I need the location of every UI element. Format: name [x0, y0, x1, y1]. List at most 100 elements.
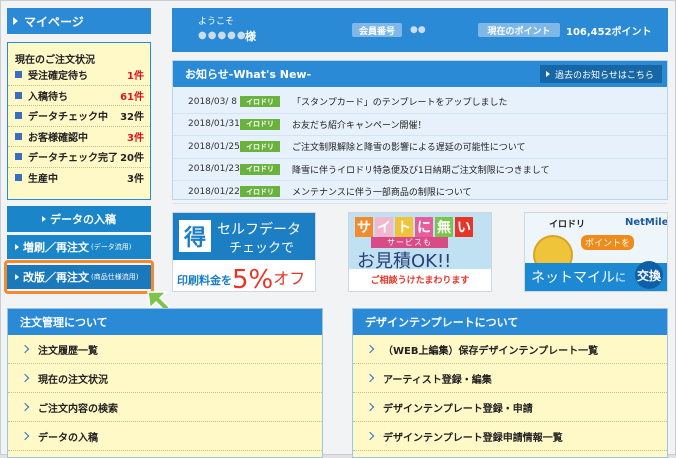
order-status-title: 現在のご注文状況	[15, 55, 95, 66]
estimate-main: お見積OK!!	[357, 251, 452, 272]
mypage-title: マイページ	[24, 14, 84, 29]
status-row[interactable]: お客様確認中 3件	[8, 125, 150, 147]
points-label: 現在のポイント	[478, 23, 560, 37]
panel-link[interactable]: デザインテンプレート登録・申請	[353, 393, 667, 422]
reorder-button[interactable]: 増刷／再注文 (データ流用)	[7, 235, 151, 259]
points-value: 106,452ポイント	[566, 27, 652, 38]
order-management-title: 注文管理について	[8, 309, 322, 335]
panel-link-label: デザインテンプレート登録申請情報一覧	[383, 432, 563, 444]
exchange-badge: 交換	[635, 261, 663, 289]
netmile-brand1: イロドリ	[549, 220, 586, 230]
status-label: お客様確認中	[28, 132, 88, 144]
toku-badge: 得	[179, 220, 211, 252]
selfcheck-off: オフ	[273, 269, 306, 288]
status-row[interactable]: 受注確定待ち 1件	[8, 65, 150, 85]
revise-highlight-frame	[4, 260, 154, 294]
panel-link[interactable]: 注文履歴一覧	[8, 335, 322, 364]
past-news-button[interactable]: 過去のお知らせはこちら	[540, 65, 662, 83]
news-tag: イロドリ	[240, 118, 280, 130]
design-template-title: デザインテンプレートについて	[353, 309, 667, 335]
reorder-sublabel: (データ流用)	[91, 243, 132, 251]
news-item[interactable]: 2018/01/23 イロドリ 降雪に伴うイロドリ特急便及び1日納期ご注文制限につき…	[173, 159, 667, 181]
pointer-arrow-icon	[147, 291, 172, 310]
status-count: 20件	[120, 153, 144, 165]
estimate-banner[interactable]: サイトに無い サービスも お見積OK!! ご相談うけたまわります	[348, 212, 492, 292]
member-number-value: ●●	[410, 25, 426, 35]
selfcheck-percent: 5%	[232, 265, 274, 292]
estimate-char: サ	[355, 217, 373, 237]
status-row[interactable]: 入稿待ち 61件	[8, 84, 150, 106]
estimate-char: 無	[435, 217, 453, 237]
status-row[interactable]: データチェック中 32件	[8, 105, 150, 126]
panel-link[interactable]: デザインテンプレート登録申請情報一覧	[353, 422, 667, 451]
chevron-right-icon	[20, 344, 30, 354]
mypage-header[interactable]: マイページ	[7, 8, 151, 34]
triangle-right-icon	[42, 216, 46, 222]
selfcheck-line1: セルフデータ	[217, 222, 301, 238]
news-text: 「スタンプカード」のテンプレートをアップしました	[292, 98, 508, 109]
news-tag: イロドリ	[240, 141, 280, 153]
past-news-label: 過去のお知らせはこちら	[555, 70, 654, 81]
status-count: 3件	[127, 173, 144, 185]
chevron-right-icon	[20, 373, 30, 383]
chevron-right-icon	[365, 402, 375, 412]
news-date: 2018/01/23	[188, 164, 240, 175]
square-bullet-icon	[15, 71, 22, 79]
selfcheck-line2: チェックで	[229, 241, 295, 256]
news-item[interactable]: 2018/01/31 イロドリ お友だち紹介キャンペーン開催！	[173, 114, 667, 136]
panel-link[interactable]: 現在の注文状況	[8, 364, 322, 393]
news-date: 2018/03/ 8	[188, 96, 238, 107]
news-item[interactable]: 2018/03/ 8 イロドリ 「スタンプカード」のテンプレートをアップしました	[173, 91, 667, 114]
data-upload-button[interactable]: データの入稿	[7, 206, 151, 232]
news-header: お知らせ-What's New- 過去のお知らせはこちら	[173, 61, 667, 87]
netmile-banner[interactable]: イロドリ NetMile ポイントを ネットマイルに 交換	[524, 212, 668, 292]
status-label: 生産中	[28, 173, 58, 185]
estimate-char: い	[455, 217, 473, 237]
panel-link[interactable]: アーティスト登録・編集	[353, 364, 667, 393]
design-template-panel: デザインテンプレートについて （WEB上編集）保存デザインテンプレート一覧アーテ…	[352, 308, 668, 458]
panel-link-label: 現在の注文状況	[38, 374, 108, 386]
selfcheck-discount-banner[interactable]: 得 セルフデータ チェックで 印刷料金を5%オフ	[172, 212, 316, 292]
chevron-right-icon	[20, 402, 30, 412]
panel-link-label: デザインテンプレート登録・申請	[383, 403, 533, 415]
reorder-label: 増刷／再注文	[23, 241, 89, 254]
panel-link-label: ご注文内容の検索	[38, 403, 118, 415]
member-number-label: 会員番号	[352, 23, 402, 37]
news-item[interactable]: 2018/01/22 イロドリ メンテナンスに伴う一部商品の制限について	[173, 181, 667, 204]
news-text: お友だち紹介キャンペーン開催！	[292, 120, 427, 131]
panel-link[interactable]: （WEB上編集）保存デザインテンプレート一覧	[353, 335, 667, 364]
estimate-bottom: ご相談うけたまわります	[370, 276, 470, 286]
news-date: 2018/01/22	[188, 186, 240, 197]
status-row[interactable]: 生産中 3件	[8, 166, 150, 188]
chevron-right-icon	[365, 344, 375, 354]
netmile-bar-ni: に	[615, 271, 626, 284]
status-label: データチェック中	[28, 112, 108, 124]
news-title: お知らせ-What's New-	[185, 68, 312, 81]
status-label: 入稿待ち	[28, 91, 68, 103]
news-tag: イロドリ	[240, 96, 280, 108]
order-status-box: 現在のご注文状況 受注確定待ち 1件 入稿待ち 61件 データチェック中 32件 お客様確認…	[7, 42, 151, 200]
status-row[interactable]: データチェック完了 20件	[8, 146, 150, 167]
news-item[interactable]: 2018/01/25 イロドリ ご注文制限解除と降雪の影響による遅延の可能性について	[173, 136, 667, 159]
status-count: 32件	[120, 112, 144, 124]
panel-link[interactable]: ご注文内容の検索	[8, 393, 322, 422]
welcome-bar: ようこそ ●●●●● 様 会員番号 ●● 現在のポイント 106,452ポイント	[172, 8, 668, 52]
news-text: 降雪に伴うイロドリ特急便及び1日納期ご注文制限につきまして	[292, 165, 550, 176]
square-bullet-icon	[15, 173, 22, 181]
panel-link[interactable]: データの入稿	[8, 422, 322, 451]
news-panel: お知らせ-What's New- 過去のお知らせはこちら 2018/03/ 8イ…	[172, 60, 668, 204]
panel-link-label: アーティスト登録・編集	[383, 374, 492, 386]
data-upload-label: データの入稿	[50, 213, 116, 226]
estimate-char: に	[415, 217, 433, 237]
welcome-text: ようこそ	[198, 17, 235, 27]
panel-link-label: 注文履歴一覧	[38, 345, 98, 357]
user-name: ●●●●●	[198, 30, 247, 41]
honorific: 様	[245, 30, 256, 43]
estimate-char: イ	[375, 217, 393, 237]
netmile-brand2: NetMile	[625, 217, 668, 228]
news-text: メンテナンスに伴う一部商品の制限について	[292, 188, 472, 199]
netmile-points: ポイントを	[581, 235, 635, 250]
square-bullet-icon	[15, 91, 22, 99]
status-label: 受注確定待ち	[28, 71, 88, 83]
chevron-right-icon	[365, 431, 375, 441]
